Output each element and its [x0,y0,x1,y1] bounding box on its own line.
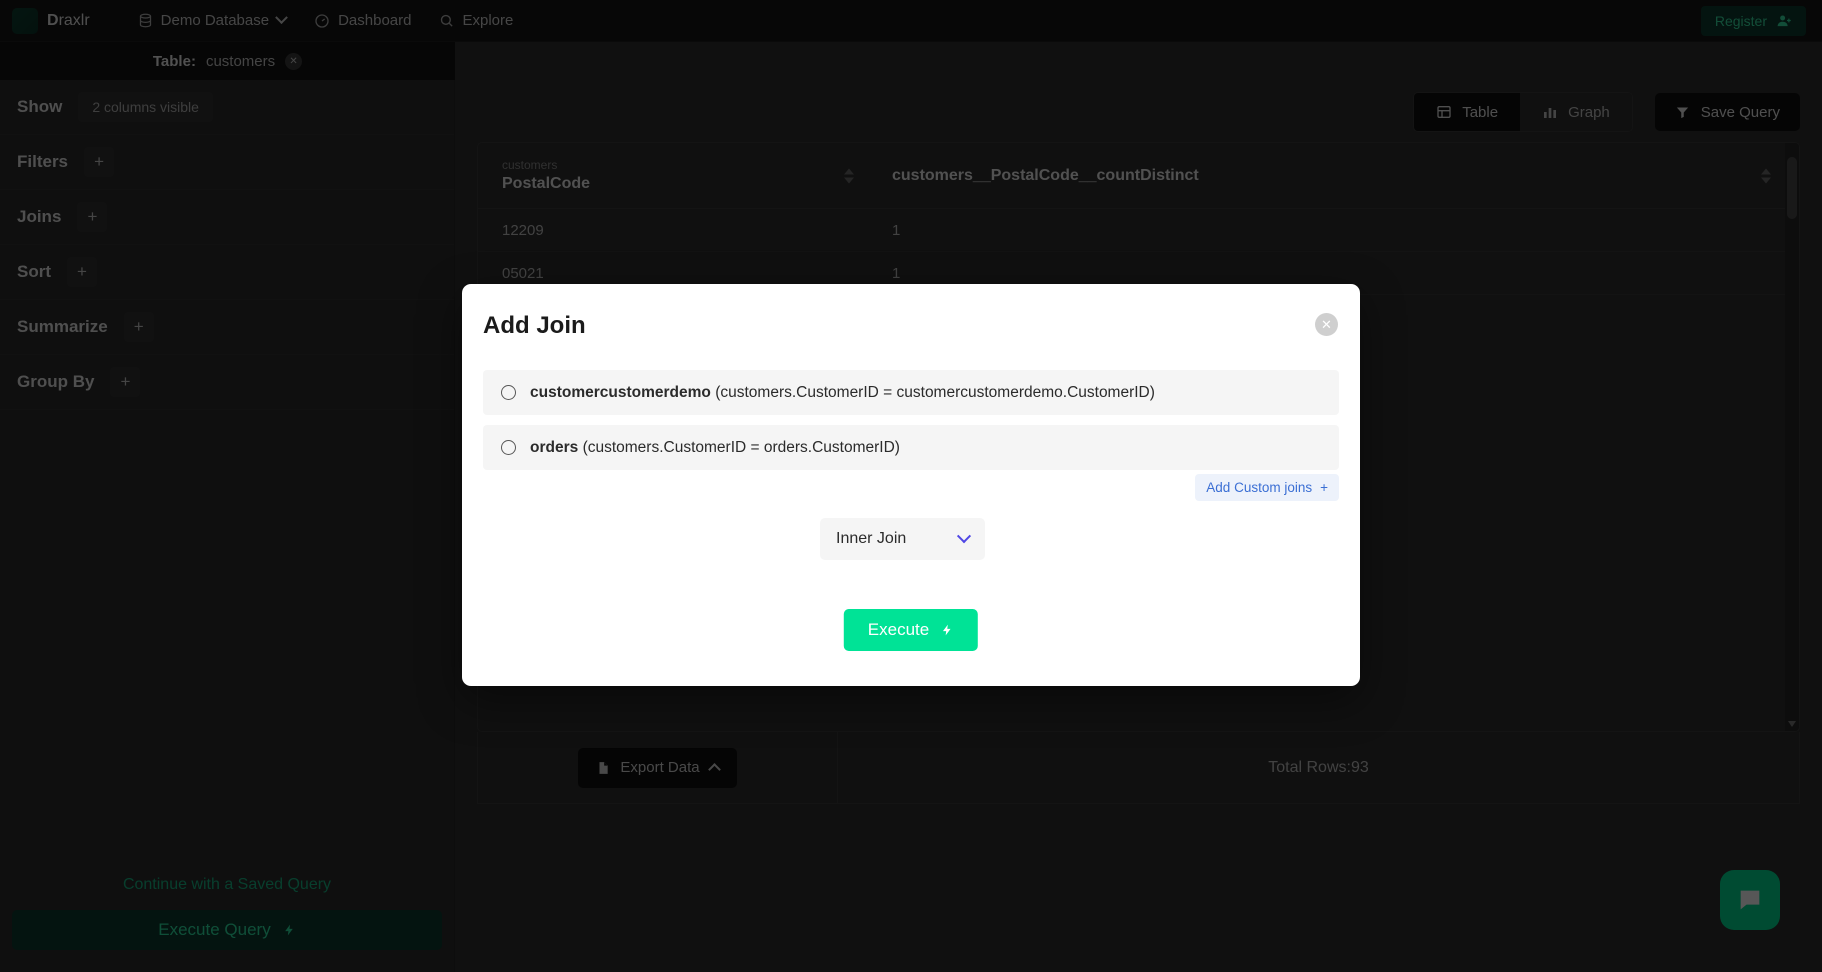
execute-button[interactable]: Execute [843,609,979,651]
radio-icon[interactable] [501,385,516,400]
chevron-down-icon [956,529,972,544]
join-option-customercustomerdemo[interactable]: customercustomerdemo (customers.Customer… [483,370,1339,415]
execute-label: Execute [867,620,930,639]
join-options-list: customercustomerdemo (customers.Customer… [483,370,1339,480]
join-option-name: customercustomerdemo [530,383,711,401]
join-option-orders[interactable]: orders (customers.CustomerID = orders.Cu… [483,425,1339,470]
plus-icon: + [1320,480,1328,495]
join-option-condition: (customers.CustomerID = orders.CustomerI… [582,438,900,456]
modal-title: Add Join [483,312,586,339]
close-icon[interactable]: ✕ [1315,313,1338,336]
add-custom-joins-button[interactable]: Add Custom joins + [1195,474,1339,501]
radio-icon[interactable] [501,440,516,455]
add-custom-joins-label: Add Custom joins [1206,480,1313,495]
join-option-name: orders [530,438,579,456]
join-option-condition: (customers.CustomerID = customercustomer… [715,383,1155,401]
join-type-select[interactable]: Inner Join [820,518,985,560]
lightning-icon [941,621,954,639]
add-join-modal: Add Join ✕ customercustomerdemo (custome… [462,284,1360,686]
join-type-value: Inner Join [836,530,907,547]
